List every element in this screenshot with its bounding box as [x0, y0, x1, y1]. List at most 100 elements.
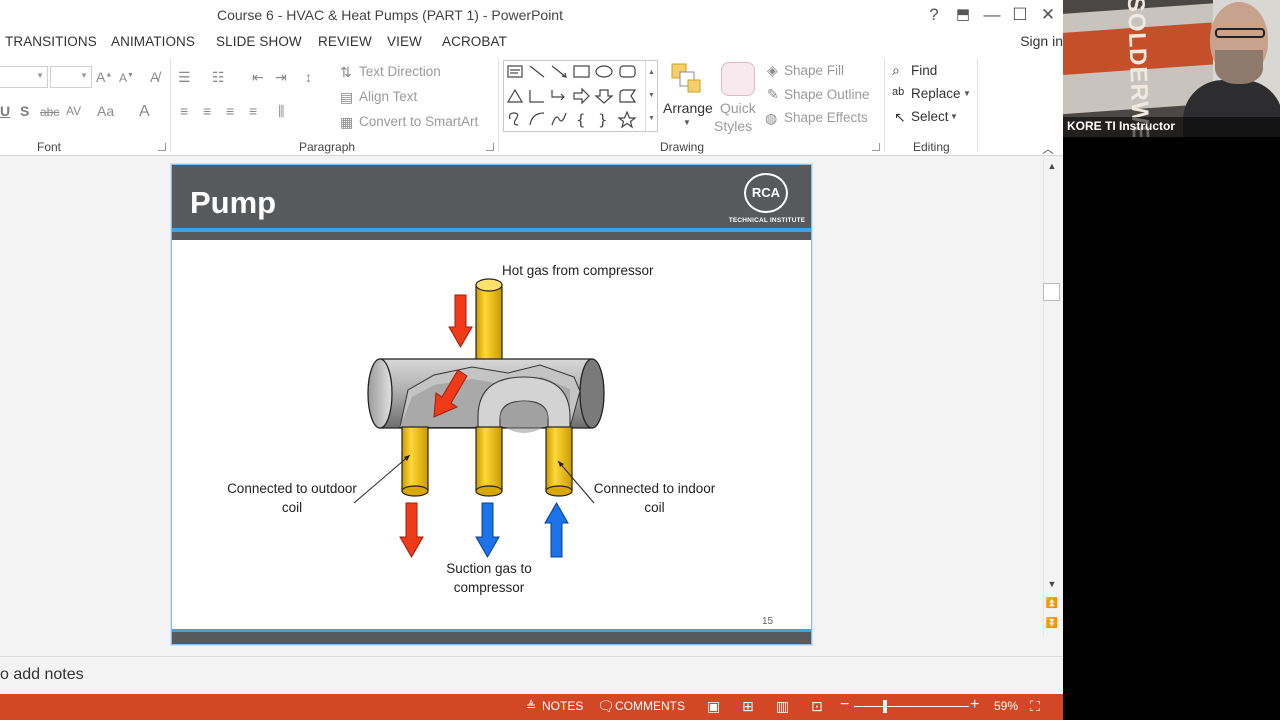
smartart-icon: ▦ [340, 114, 354, 130]
quick-styles-label-2[interactable]: Styles [714, 118, 752, 134]
svg-text:}: } [598, 111, 608, 129]
label-indoor-coil-line1[interactable]: Connected to indoor [577, 479, 732, 498]
pen-icon: ✎ [767, 86, 779, 102]
ribbon-display-options-button[interactable]: ⬒ [951, 4, 975, 26]
tab-animations[interactable]: ANIMATIONS [111, 34, 195, 49]
grow-font-icon[interactable]: A▲ [96, 69, 112, 85]
reading-view-icon[interactable]: ▥ [776, 698, 789, 715]
bottom-pipe-left [401, 426, 429, 497]
align-right-icon[interactable]: ≡ [226, 103, 234, 119]
chevron-down-icon: ▼ [950, 112, 958, 121]
close-button[interactable]: ✕ [1036, 4, 1060, 26]
scroll-thumb[interactable] [1043, 283, 1060, 301]
find-button[interactable]: Find [911, 63, 937, 78]
notes-placeholder[interactable]: o add notes [0, 666, 84, 684]
svg-text:{: { [576, 111, 586, 129]
shape-outline-button[interactable]: Shape Outline [784, 87, 870, 102]
tab-review[interactable]: REVIEW [318, 34, 372, 49]
font-size-combobox[interactable]: ▼ [50, 66, 92, 88]
shapes-gallery-icons: { } [506, 65, 637, 129]
sign-in-link[interactable]: Sign in [1020, 33, 1063, 49]
replace-icon: ab [892, 86, 905, 98]
slide-show-icon[interactable]: ⊡ [811, 698, 823, 715]
zoom-in-button[interactable]: + [970, 696, 979, 714]
paragraph-dialog-launcher[interactable] [486, 143, 494, 151]
drawing-group-label: Drawing [660, 140, 705, 154]
drawing-dialog-launcher[interactable] [872, 143, 880, 151]
zoom-slider-thumb[interactable] [883, 700, 887, 713]
slide[interactable]: Pump RCA TECHNICAL INSTITUTE Hot gas fro… [171, 164, 812, 645]
quick-styles-icon[interactable] [721, 62, 755, 96]
label-suction-gas-line1[interactable]: Suction gas to [424, 559, 554, 578]
normal-view-icon[interactable]: ▣ [707, 698, 720, 715]
replace-button[interactable]: Replace [911, 86, 961, 101]
comments-button[interactable]: COMMENTS [615, 699, 685, 713]
text-shadow-button[interactable]: S [20, 103, 29, 119]
paragraph-group-label: Paragraph [299, 140, 356, 154]
arrow-blue-up [544, 501, 569, 558]
previous-slide-icon[interactable]: ⏫ [1044, 596, 1060, 612]
zoom-slider[interactable] [854, 706, 969, 707]
font-color-button[interactable]: A [139, 103, 150, 121]
increase-indent-icon[interactable]: ⇥ [275, 69, 287, 86]
align-left-icon[interactable]: ≡ [180, 103, 188, 119]
text-direction-button[interactable]: Text Direction [359, 64, 441, 79]
underline-button[interactable]: U [0, 103, 10, 119]
notes-button[interactable]: NOTES [542, 699, 583, 713]
tab-slide-show[interactable]: SLIDE SHOW [216, 34, 302, 49]
tab-transitions[interactable]: TRANSITIONS [5, 34, 97, 49]
quick-styles-label-1[interactable]: Quick [720, 100, 756, 116]
label-hot-gas[interactable]: Hot gas from compressor [502, 261, 702, 280]
collapse-ribbon-icon[interactable]: ︿ [1042, 140, 1054, 157]
group-separator [170, 58, 171, 152]
font-dialog-launcher[interactable] [158, 143, 166, 151]
chevron-down-icon: ▼ [683, 118, 691, 127]
align-text-button[interactable]: Align Text [359, 89, 417, 104]
select-button[interactable]: Select [911, 109, 949, 124]
tab-acrobat[interactable]: ACROBAT [442, 34, 507, 49]
label-suction-gas-line2[interactable]: compressor [424, 578, 554, 597]
scroll-down-icon[interactable]: ▼ [1044, 576, 1060, 592]
notes-pane[interactable]: o add notes [0, 656, 1063, 694]
editing-group-label: Editing [913, 140, 950, 154]
label-outdoor-coil-line1[interactable]: Connected to outdoor [212, 479, 372, 498]
window-title: Course 6 - HVAC & Heat Pumps (PART 1) - … [217, 7, 563, 23]
font-name-combobox[interactable]: ▼ [0, 66, 48, 88]
line-spacing-icon[interactable]: ↕ [305, 69, 312, 85]
chevron-down-icon: ▼ [36, 71, 44, 80]
maximize-button[interactable]: ☐ [1008, 4, 1032, 26]
arrange-button[interactable]: Arrange [663, 100, 713, 116]
bullets-icon[interactable]: ☰ [178, 69, 191, 86]
minimize-button[interactable]: — [980, 4, 1004, 26]
vertical-scrollbar[interactable] [1043, 156, 1061, 636]
slide-sorter-icon[interactable]: ⊞ [742, 698, 754, 715]
change-case-button[interactable]: Aa [97, 103, 114, 119]
arrange-icon[interactable] [670, 62, 704, 96]
shrink-font-icon[interactable]: A▼ [119, 71, 134, 85]
justify-icon[interactable]: ≡ [249, 103, 257, 119]
cam-person-beard [1215, 50, 1263, 84]
numbering-icon[interactable]: ☷ [212, 69, 225, 86]
label-indoor-coil-line2[interactable]: coil [577, 498, 732, 517]
shapes-gallery[interactable]: { } ▲ ▼ ▼ [503, 60, 658, 132]
label-outdoor-coil-line2[interactable]: coil [212, 498, 372, 517]
align-center-icon[interactable]: ≡ [203, 103, 211, 119]
clear-formatting-icon[interactable]: A̸ [150, 69, 159, 85]
shape-fill-button[interactable]: Shape Fill [784, 63, 844, 78]
strikethrough-button[interactable]: abc [40, 105, 59, 119]
tab-view[interactable]: VIEW [387, 34, 422, 49]
powerpoint-window: Course 6 - HVAC & Heat Pumps (PART 1) - … [0, 0, 1063, 720]
gallery-scroll[interactable]: ▲ ▼ ▼ [645, 61, 657, 131]
arrow-blue-down [475, 502, 500, 559]
fit-slide-icon[interactable]: ⛶ [1030, 698, 1040, 715]
zoom-out-button[interactable]: − [840, 696, 849, 714]
convert-to-smartart-button[interactable]: Convert to SmartArt [359, 114, 478, 129]
help-button[interactable]: ? [922, 4, 946, 26]
shape-effects-button[interactable]: Shape Effects [784, 110, 868, 125]
next-slide-icon[interactable]: ⏬ [1044, 616, 1060, 632]
decrease-indent-icon[interactable]: ⇤ [252, 69, 264, 86]
columns-icon[interactable]: ⫼ [278, 103, 284, 120]
zoom-level[interactable]: 59% [994, 699, 1018, 713]
scroll-up-icon[interactable]: ▲ [1044, 158, 1060, 174]
character-spacing-button[interactable]: AV [66, 104, 81, 118]
